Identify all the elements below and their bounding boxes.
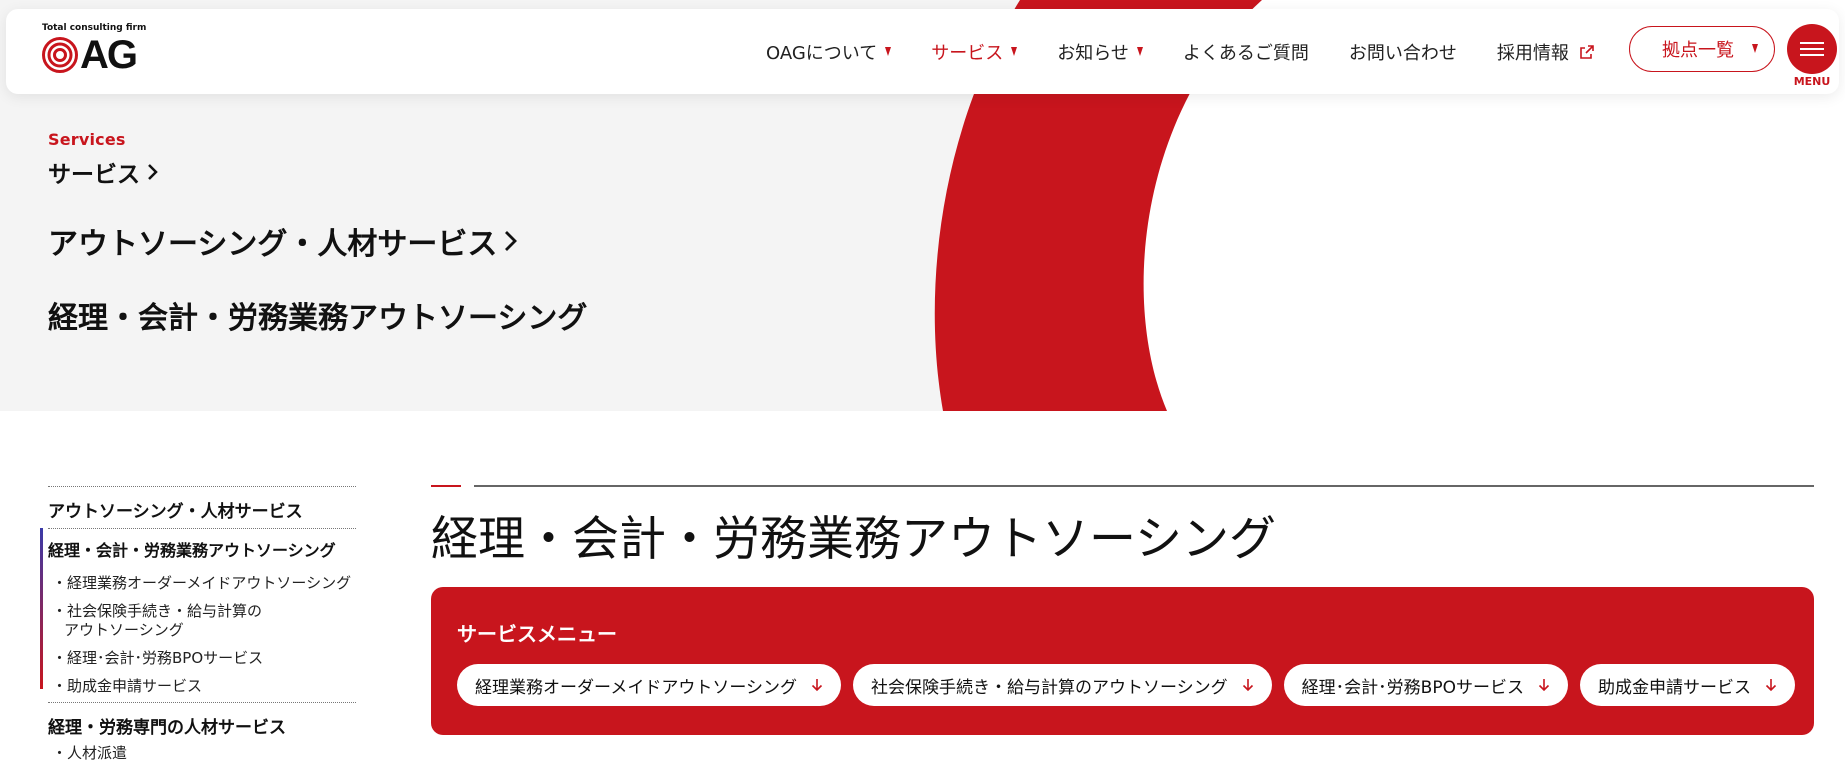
hamburger-icon <box>1800 48 1824 50</box>
locations-button[interactable]: 拠点一覧 <box>1629 26 1775 72</box>
logo-letters: AG <box>80 33 138 77</box>
nav-recruit[interactable]: 採用情報 <box>1497 39 1595 65</box>
chevron-right-icon <box>148 164 158 180</box>
arrow-down-icon <box>1538 679 1550 692</box>
breadcrumb-services-label: サービス <box>48 162 140 188</box>
sidebar-item-current[interactable]: 経理・会計・労務業務アウトソーシング <box>48 528 356 574</box>
page-title: 経理・会計・労務業務アウトソーシング <box>431 512 1277 567</box>
caret-down-icon <box>1752 44 1758 53</box>
caret-down-icon <box>1011 47 1018 56</box>
sidebar-subitem-line: アウトソーシング <box>64 621 184 639</box>
hero-breadcrumbs: Services サービス アウトソーシング・人材サービス 経理・会計・労務業務… <box>48 130 587 337</box>
sidebar-subitem[interactable]: ・経理･会計･労務BPOサービス <box>48 649 356 668</box>
hamburger-menu-button[interactable] <box>1787 24 1837 74</box>
service-link-label: 経理･会計･労務BPOサービス <box>1301 677 1524 698</box>
hamburger-icon <box>1800 42 1824 44</box>
logo-target-icon <box>42 37 78 73</box>
service-link-label: 経理業務オーダーメイドアウトソーシング <box>475 677 797 698</box>
nav-contact-label: お問い合わせ <box>1348 42 1457 64</box>
logo-tagline: Total consulting firm <box>42 23 147 33</box>
nav-services[interactable]: サービス <box>931 39 1018 65</box>
nav-news-label: お知らせ <box>1057 42 1129 64</box>
nav-services-label: サービス <box>931 42 1004 64</box>
site-header: Total consulting firm AG OAGについて サービス お知… <box>6 9 1839 94</box>
sidebar-subitem[interactable]: ・人材派遣 <box>48 744 356 763</box>
sidebar-subitem-line: ・社会保険手続き・給与計算の <box>52 602 263 620</box>
service-link-label: 社会保険手続き・給与計算のアウトソーシング <box>870 677 1228 698</box>
sidebar-current-group: 経理・会計・労務業務アウトソーシング ・経理業務オーダーメイドアウトソーシング … <box>40 528 356 696</box>
sidebar-subitem[interactable]: ・経理業務オーダーメイドアウトソーシング <box>48 574 356 593</box>
service-menu-heading: サービスメニュー <box>457 622 617 646</box>
hero-eyebrow: Services <box>48 130 126 149</box>
nav-faq-label: よくあるご質問 <box>1182 42 1309 64</box>
breadcrumb-services[interactable]: サービス <box>48 155 587 189</box>
title-rule <box>431 485 1814 487</box>
arrow-down-icon <box>1242 679 1253 692</box>
arrow-down-icon <box>1765 679 1777 692</box>
sidebar-item-staffing[interactable]: 経理・労務専門の人材サービス <box>48 702 356 744</box>
sidebar-subitem[interactable]: ・社会保険手続き・給与計算の アウトソーシング <box>48 602 356 640</box>
nav-about-label: OAGについて <box>766 42 878 64</box>
sidebar-nav: アウトソーシング・人材サービス 経理・会計・労務業務アウトソーシング ・経理業務… <box>40 486 356 767</box>
main-nav: OAGについて サービス お知らせ よくあるご質問 お問い合わせ 採用情報 <box>766 9 1635 94</box>
service-link-custom-accounting[interactable]: 経理業務オーダーメイドアウトソーシング <box>457 664 841 706</box>
nav-recruit-label: 採用情報 <box>1496 42 1569 64</box>
menu-label: MENU <box>1793 75 1831 88</box>
breadcrumb-outsourcing-label: アウトソーシング・人材サービス <box>48 227 498 262</box>
locations-button-label: 拠点一覧 <box>1662 40 1734 61</box>
nav-contact[interactable]: お問い合わせ <box>1349 39 1457 65</box>
arrow-down-icon <box>811 679 823 692</box>
page-heading-hero: 経理・会計・労務業務アウトソーシング <box>48 301 588 336</box>
nav-faq[interactable]: よくあるご質問 <box>1183 39 1309 65</box>
breadcrumb-outsourcing[interactable]: アウトソーシング・人材サービス <box>48 219 587 263</box>
hamburger-icon <box>1800 54 1824 56</box>
caret-down-icon <box>885 47 892 56</box>
sidebar-item-outsourcing[interactable]: アウトソーシング・人材サービス <box>48 486 356 528</box>
caret-down-icon <box>1136 47 1143 56</box>
service-menu-panel: サービスメニュー 経理業務オーダーメイドアウトソーシング 社会保険手続き・給与計… <box>431 587 1814 735</box>
chevron-right-icon <box>505 231 518 251</box>
service-link-social-insurance[interactable]: 社会保険手続き・給与計算のアウトソーシング <box>852 664 1272 706</box>
service-menu-links: 経理業務オーダーメイドアウトソーシング 社会保険手続き・給与計算のアウトソーシン… <box>457 664 1807 706</box>
service-link-bpo[interactable]: 経理･会計･労務BPOサービス <box>1283 664 1568 706</box>
nav-news[interactable]: お知らせ <box>1057 39 1143 65</box>
oag-logo[interactable]: Total consulting firm AG <box>42 23 146 75</box>
sidebar-subitem[interactable]: ・助成金申請サービス <box>48 677 356 696</box>
external-link-icon <box>1580 44 1594 59</box>
service-link-subsidy[interactable]: 助成金申請サービス <box>1579 664 1795 706</box>
nav-about[interactable]: OAGについて <box>766 39 892 65</box>
current-indicator <box>40 528 43 689</box>
service-link-label: 助成金申請サービス <box>1597 677 1751 698</box>
